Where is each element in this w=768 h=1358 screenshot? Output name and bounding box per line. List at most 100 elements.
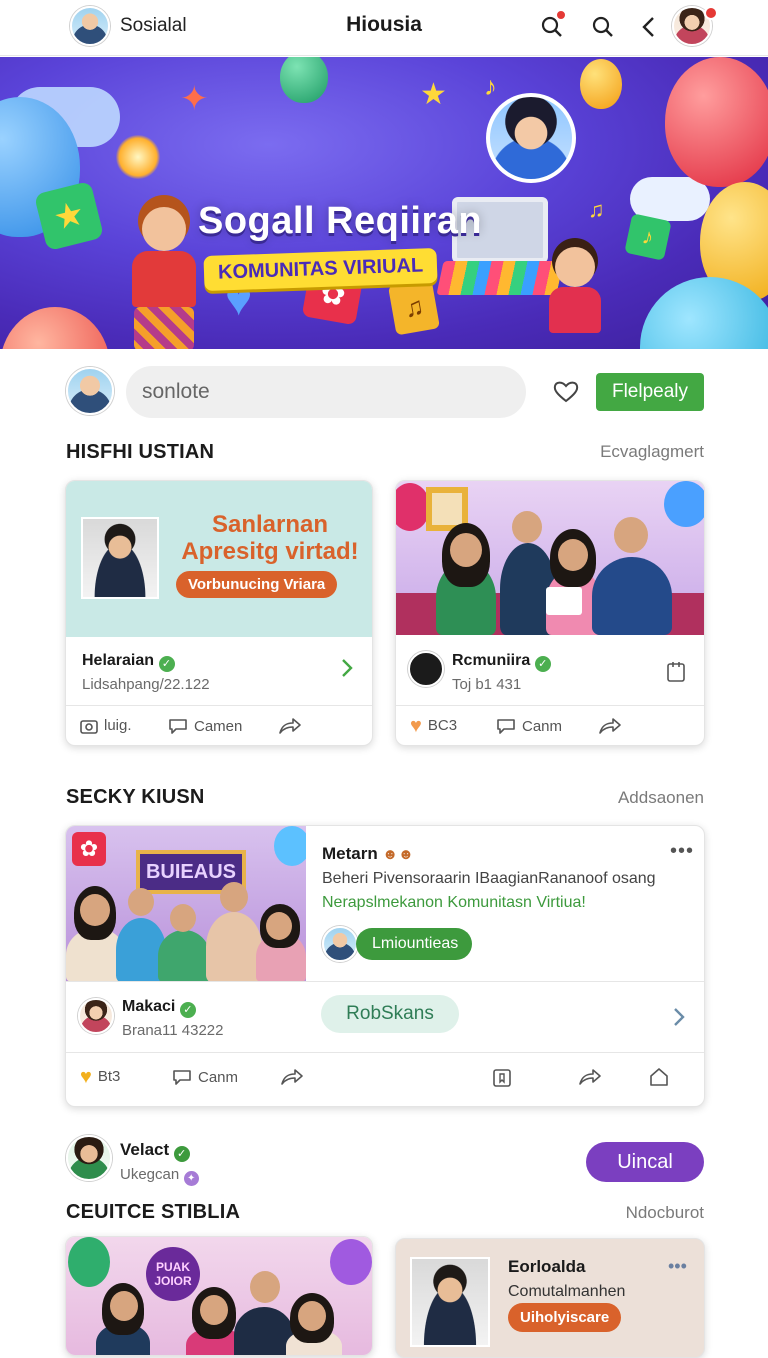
composer-avatar[interactable] xyxy=(66,367,114,415)
suggested-action-button[interactable]: Uincal xyxy=(586,1142,704,1182)
card-divider xyxy=(66,981,704,982)
share-icon[interactable] xyxy=(280,1068,304,1086)
more-icon[interactable]: ••• xyxy=(670,841,694,861)
heart-icon: ♥ xyxy=(80,1065,92,1088)
star-tile-icon: ★ xyxy=(33,180,105,252)
post-author: Metarn xyxy=(322,844,378,863)
balloon-decoration xyxy=(274,826,306,866)
post-card[interactable]: Eorloalda Comutalmanhen ••• Uiholyiscare xyxy=(395,1238,705,1358)
bookmark-icon[interactable] xyxy=(666,661,686,688)
balloon-decoration xyxy=(68,1237,110,1287)
section-link-2[interactable]: Addsaonen xyxy=(504,788,704,808)
suggested-name: Velact xyxy=(120,1140,170,1159)
share-icon[interactable] xyxy=(278,717,302,735)
like-count: Bt3 xyxy=(97,1068,121,1085)
card-author: Helaraian ✓ Lidsahpang/22.122 xyxy=(82,652,210,693)
section-title-1: HISFHI USTIAN xyxy=(66,441,215,463)
group-photo xyxy=(396,481,704,635)
music-tile-icon: ♪ xyxy=(624,213,672,261)
verified-icon: ✓ xyxy=(179,1002,196,1018)
search-icon[interactable] xyxy=(588,12,618,42)
composer-post-button[interactable]: Flelpealy xyxy=(596,373,704,411)
hero-banner: ★ ✿ ♥ ♫ ♪ ✦ ★ ♪ ♫ Sogall Reqiiran KOMUNI… xyxy=(0,57,768,349)
home-icon[interactable] xyxy=(648,1066,670,1088)
like-label: luig. xyxy=(104,717,132,734)
camera-icon xyxy=(80,719,98,734)
comment-label: Camen xyxy=(194,717,243,735)
comment-label: Canm xyxy=(198,1068,239,1086)
person-photo xyxy=(410,1257,490,1347)
person-photo xyxy=(81,517,159,599)
card-banner: Sanlarnan Apresitg virtad! Vorbunucing V… xyxy=(66,481,372,637)
top-bar: Sosialal Hiousia xyxy=(0,0,768,56)
chip-avatar xyxy=(322,926,358,962)
search-notification-icon[interactable] xyxy=(537,9,567,42)
featured-avatar-bubble xyxy=(486,93,576,183)
like-action[interactable]: ♥ Bt3 xyxy=(80,1065,121,1088)
back-chevron-icon[interactable] xyxy=(634,12,664,42)
like-action[interactable]: luig. xyxy=(80,717,132,734)
author-name: Makaci xyxy=(122,998,176,1015)
balloon-decoration xyxy=(640,277,768,349)
verified-icon: ✓ xyxy=(158,656,175,672)
comment-action[interactable]: Canm xyxy=(496,717,562,735)
pill-button[interactable]: RobSkans xyxy=(321,995,459,1033)
group-photo: PUAK JOIOR xyxy=(66,1237,372,1355)
balloon-decoration xyxy=(580,59,622,109)
balloon-decoration xyxy=(665,57,768,187)
card-author: Makaci ✓ Brana11 43222 xyxy=(122,998,223,1039)
comment-action[interactable]: Camen xyxy=(168,717,242,735)
post-card[interactable]: PUAK JOIOR xyxy=(65,1236,373,1356)
suggested-subtitle: Ukegcan xyxy=(120,1166,180,1183)
card-tag[interactable]: Uiholyiscare xyxy=(508,1303,622,1332)
girl-illustration xyxy=(120,207,210,349)
card-author: Eorloalda Comutalmanhen xyxy=(508,1257,625,1301)
section-link-3[interactable]: Ndocburot xyxy=(504,1203,704,1223)
suggested-avatar[interactable] xyxy=(66,1135,112,1181)
comment-action[interactable]: Canm xyxy=(172,1068,238,1086)
verified-icon: ✓ xyxy=(173,1146,190,1162)
author-avatar[interactable] xyxy=(408,651,444,687)
bookmark-icon[interactable] xyxy=(492,1068,512,1088)
author-subtitle: Lidsahpang/22.122 xyxy=(82,676,210,693)
group-photo: BUIEAUS ✿ xyxy=(66,826,306,982)
share-icon[interactable] xyxy=(598,717,622,735)
community-chip[interactable]: Lmiountieas xyxy=(356,928,473,960)
author-subtitle: Comutalmanhen xyxy=(508,1283,626,1300)
star-icon: ★ xyxy=(420,78,447,111)
author-subtitle: Brana11 43222 xyxy=(122,1022,224,1039)
section-link-1[interactable]: Ecvaglagmert xyxy=(504,442,704,462)
chevron-right-icon[interactable] xyxy=(672,1006,686,1033)
card-tag: Vorbunucing Vriara xyxy=(176,571,338,598)
author-avatar[interactable] xyxy=(78,998,114,1034)
author-subtitle: Toj b1 431 xyxy=(452,676,522,693)
child-illustration xyxy=(545,247,605,347)
post-card[interactable]: Rcmuniira ✓ Toj b1 431 ♥ BC3 Canm xyxy=(395,480,705,746)
emoji-icons: ☻☻ xyxy=(382,846,414,863)
music-note-icon: ♫ xyxy=(588,197,605,222)
party-badge: PUAK JOIOR xyxy=(146,1247,200,1301)
more-icon[interactable]: ••• xyxy=(668,1257,687,1275)
card-divider xyxy=(66,705,372,706)
author-name: Helaraian xyxy=(82,652,155,669)
feature-post-card[interactable]: BUIEAUS ✿ Metarn ☻☻ Beheri Pivensoraarin… xyxy=(65,825,705,1107)
music-tile-icon: ♫ xyxy=(387,278,441,336)
badge-icon: ✦ xyxy=(183,1171,199,1186)
card-divider xyxy=(66,1052,704,1053)
balloon-decoration xyxy=(664,481,704,527)
composer-placeholder: sonlote xyxy=(142,380,210,403)
card-author: Rcmuniira ✓ Toj b1 431 xyxy=(452,652,551,693)
card-divider xyxy=(396,705,704,706)
post-card[interactable]: Sanlarnan Apresitg virtad! Vorbunucing V… xyxy=(65,480,373,746)
like-action[interactable]: ♥ BC3 xyxy=(410,716,457,736)
author-name: Eorloalda xyxy=(508,1257,586,1276)
composer-input[interactable]: sonlote xyxy=(126,366,526,418)
chevron-right-icon[interactable] xyxy=(340,657,354,684)
balloon-decoration xyxy=(396,483,430,531)
share-icon[interactable] xyxy=(578,1068,602,1086)
heart-outline-icon[interactable] xyxy=(553,380,579,409)
comment-icon xyxy=(169,719,187,734)
post-line-2: Nerapslmekanon Komunitasn Virtiua! xyxy=(322,894,586,911)
post-line-1: Beheri Pivensoraarin IBaagianRananoof os… xyxy=(322,870,656,887)
suggested-user: Velact ✓ Ukegcan ✦ xyxy=(120,1140,199,1186)
